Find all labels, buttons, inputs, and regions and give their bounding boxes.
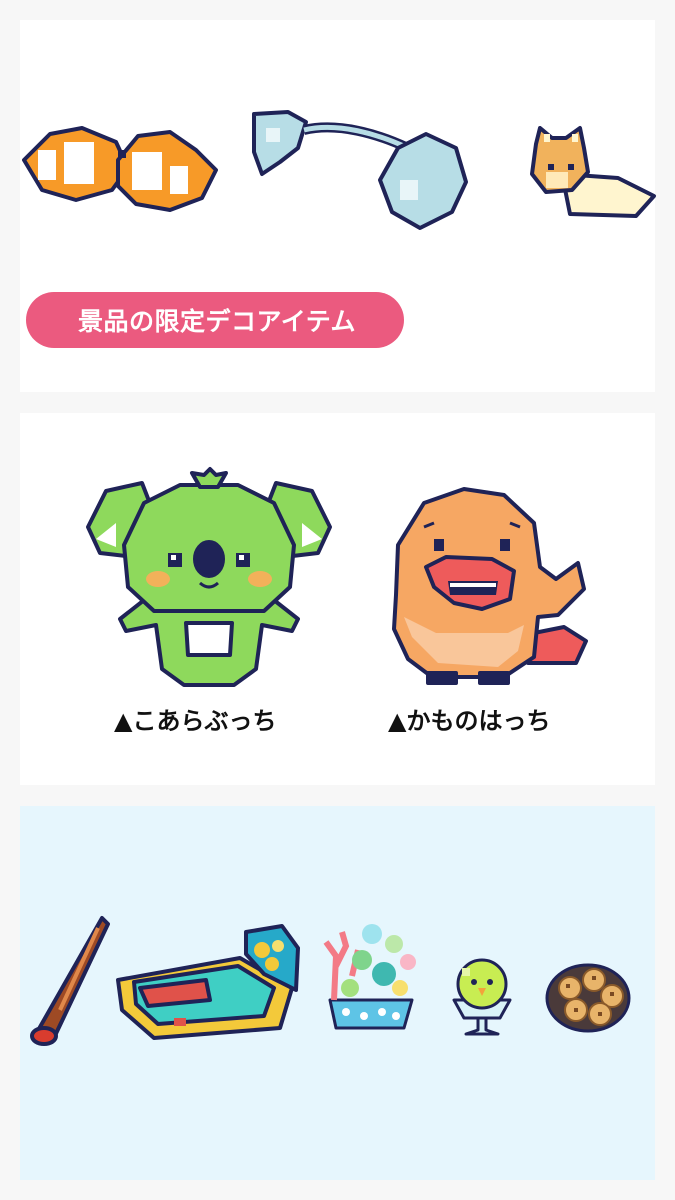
platypus-caption: ▲かものはっち xyxy=(388,707,551,735)
limited-decor-badge: 景品の限定デコアイテム xyxy=(26,292,404,348)
cookie-bowl-icon xyxy=(544,962,632,1036)
squirrel-blanket-icon xyxy=(526,126,656,218)
parakeet-dessert-icon xyxy=(448,956,516,1040)
clownfish-pair-icon xyxy=(20,120,220,215)
bonus-items-panel xyxy=(20,806,655,1180)
ghost-spirit-icon xyxy=(248,108,468,230)
platypus-character-icon xyxy=(388,487,588,687)
coral-aquarium-icon xyxy=(316,916,426,1040)
pool-bed-icon xyxy=(114,924,300,1042)
koala-caption: ▲こあらぶっち xyxy=(114,707,277,735)
characters-panel: ▲こあらぶっち ▲かものはっち xyxy=(20,413,655,785)
didgeridoo-icon xyxy=(30,914,110,1046)
decor-items-panel: 景品の限定デコアイテム xyxy=(20,20,656,392)
koala-character-icon xyxy=(86,467,332,691)
